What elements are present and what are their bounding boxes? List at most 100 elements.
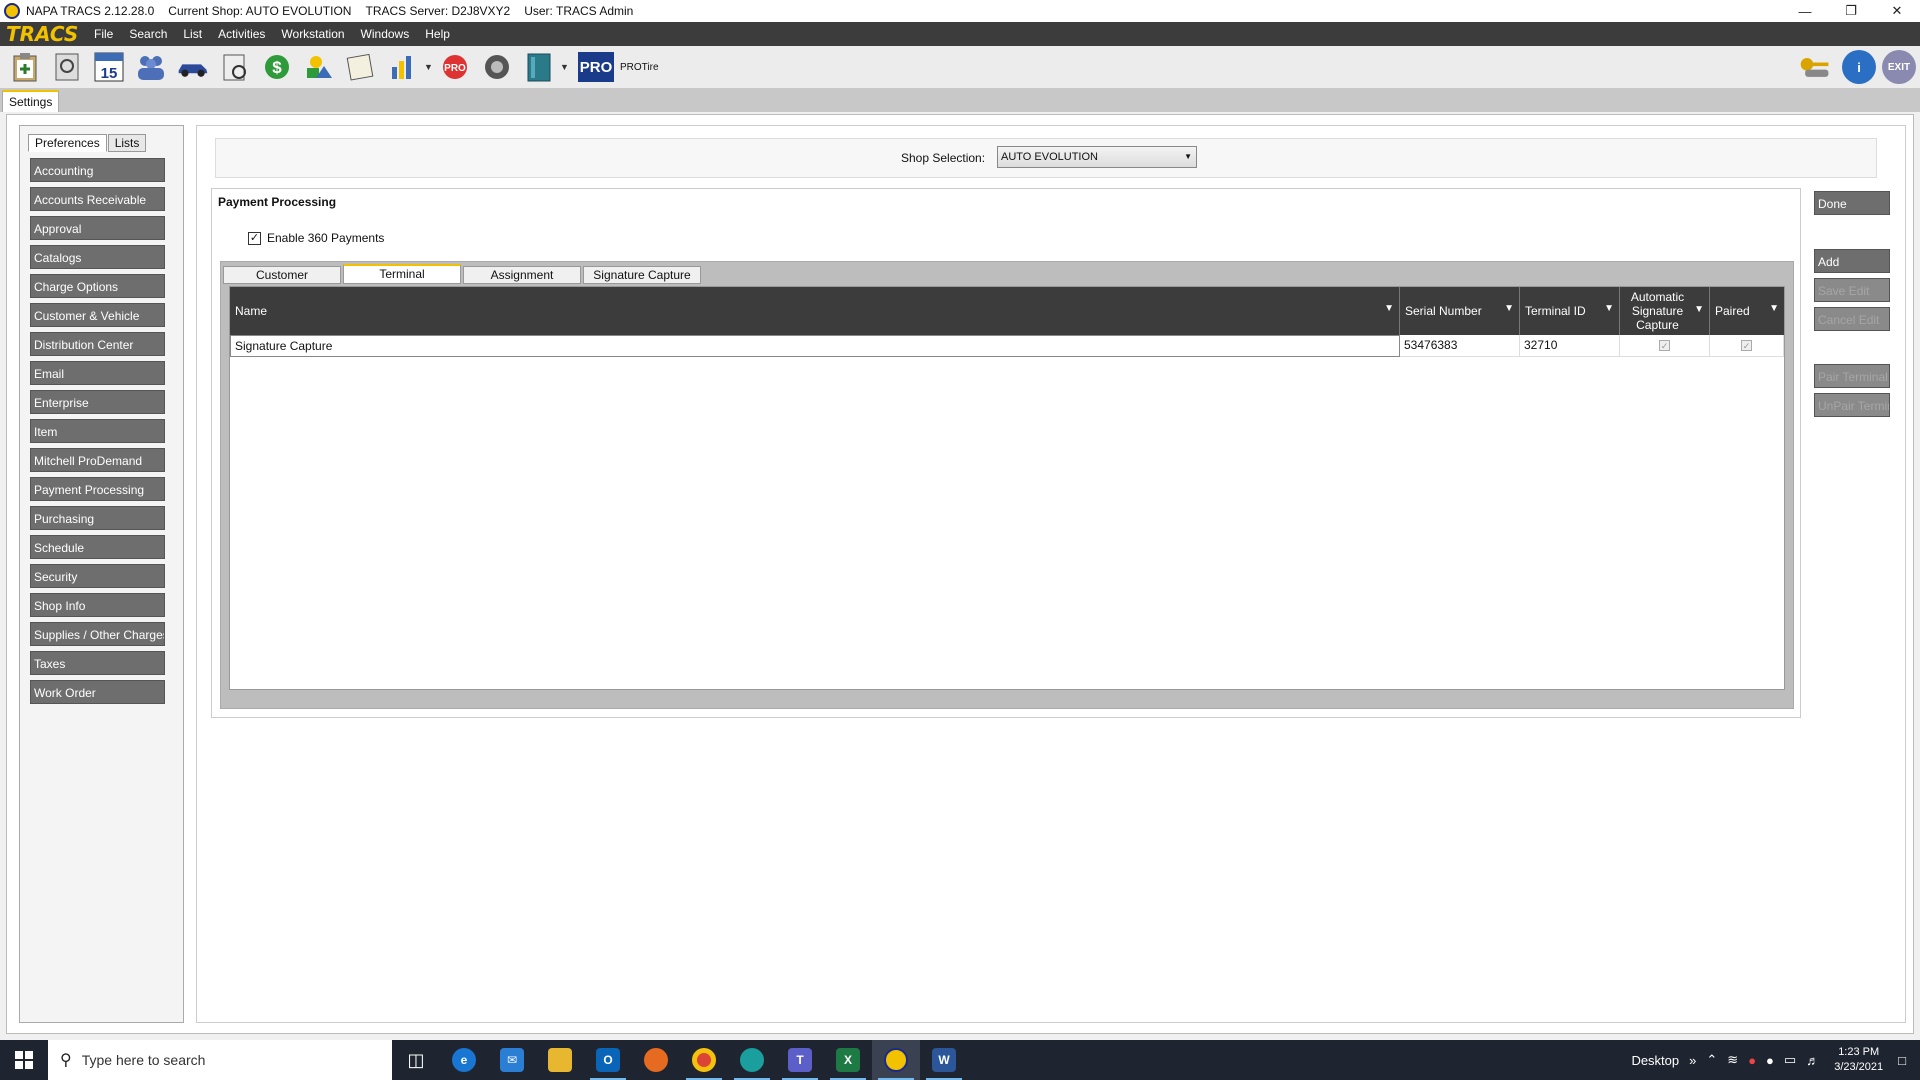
mail-icon[interactable]: ✉ — [488, 1040, 536, 1080]
sidebar-item-shop-info[interactable]: Shop Info — [30, 593, 165, 617]
pair-terminal-button[interactable]: Pair Terminal — [1814, 364, 1890, 388]
sidebar-item-purchasing[interactable]: Purchasing — [30, 506, 165, 530]
windows-start-icon[interactable] — [0, 1040, 48, 1080]
sidebar-item-work-order[interactable]: Work Order — [30, 680, 165, 704]
notepad-icon[interactable] — [344, 50, 378, 84]
sidebar-item-security[interactable]: Security — [30, 564, 165, 588]
menu-activities[interactable]: Activities — [210, 27, 273, 41]
taskbar-search-input[interactable]: ⚲ Type here to search — [48, 1040, 392, 1080]
sidebar-item-approval[interactable]: Approval — [30, 216, 165, 240]
sidebar-item-accounting[interactable]: Accounting — [30, 158, 165, 182]
edge-icon[interactable]: e — [440, 1040, 488, 1080]
shop-selection-dropdown[interactable]: AUTO EVOLUTION ▼ — [997, 146, 1197, 168]
exit-button[interactable]: EXIT — [1882, 50, 1916, 84]
excel-icon[interactable]: X — [824, 1040, 872, 1080]
sidebar-item-item[interactable]: Item — [30, 419, 165, 443]
sidebar-item-enterprise[interactable]: Enterprise — [30, 390, 165, 414]
app-tray-icon[interactable]: ● — [1748, 1053, 1756, 1068]
sidebar-item-accounts-receivable[interactable]: Accounts Receivable — [30, 187, 165, 211]
desktop-toolbar-label[interactable]: Desktop — [1631, 1053, 1679, 1068]
column-header-paired[interactable]: Paired ▼ — [1710, 287, 1784, 335]
word-icon[interactable]: W — [920, 1040, 968, 1080]
calendar-icon[interactable]: 15 — [92, 50, 126, 84]
sidebar-item-schedule[interactable]: Schedule — [30, 535, 165, 559]
vehicle-icon[interactable] — [176, 50, 210, 84]
money-icon[interactable]: $ — [260, 50, 294, 84]
table-row[interactable]: Signature Capture 53476383 32710 ✓ ✓ — [230, 335, 1784, 357]
minimize-icon[interactable]: — — [1782, 0, 1828, 22]
microphone-icon[interactable]: ● — [1766, 1053, 1774, 1068]
sidebar-item-catalogs[interactable]: Catalogs — [30, 245, 165, 269]
firefox-icon[interactable] — [632, 1040, 680, 1080]
menu-workstation[interactable]: Workstation — [273, 27, 352, 41]
tab-assignment[interactable]: Assignment — [463, 266, 581, 284]
tab-terminal[interactable]: Terminal — [343, 264, 461, 284]
column-header-terminal-id[interactable]: Terminal ID ▼ — [1520, 287, 1620, 335]
clipboard-icon[interactable] — [8, 50, 42, 84]
chevron-double-right-icon[interactable]: » — [1689, 1053, 1696, 1068]
sidebar-item-supplies-other-charges[interactable]: Supplies / Other Charges — [30, 622, 165, 646]
outlook-icon[interactable]: O — [584, 1040, 632, 1080]
cell-serial-number[interactable]: 53476383 — [1400, 335, 1520, 357]
tab-signature-capture[interactable]: Signature Capture — [583, 266, 701, 284]
chevron-down-icon[interactable]: ▼ — [560, 62, 570, 72]
inspection-icon[interactable] — [218, 50, 252, 84]
save-edit-button[interactable]: Save Edit — [1814, 278, 1890, 302]
filter-icon[interactable]: ▼ — [1694, 303, 1704, 317]
network-icon[interactable]: ≋ — [1727, 1052, 1738, 1068]
column-header-serial-number[interactable]: Serial Number ▼ — [1400, 287, 1520, 335]
done-button[interactable]: Done — [1814, 191, 1890, 215]
sidebar-item-email[interactable]: Email — [30, 361, 165, 385]
napa-tracs-taskbar-icon[interactable] — [872, 1040, 920, 1080]
battery-icon[interactable]: ▭ — [1784, 1052, 1796, 1068]
reports-chart-icon[interactable] — [386, 50, 420, 84]
add-button[interactable]: Add — [1814, 249, 1890, 273]
sidebar-item-taxes[interactable]: Taxes — [30, 651, 165, 675]
cell-terminal-id[interactable]: 32710 — [1520, 335, 1620, 357]
prolink-icon[interactable]: PRO — [438, 50, 472, 84]
pro-button[interactable]: PRO — [578, 52, 614, 82]
cell-name[interactable]: Signature Capture — [230, 335, 1400, 357]
menu-windows[interactable]: Windows — [353, 27, 418, 41]
chevron-up-icon[interactable]: ⌃ — [1706, 1052, 1717, 1068]
shapes-icon[interactable] — [302, 50, 336, 84]
sidebar-item-mitchell-prodemand[interactable]: Mitchell ProDemand — [30, 448, 165, 472]
restore-icon[interactable]: ❐ — [1828, 0, 1874, 22]
enable-360-payments-checkbox[interactable]: ✓ — [248, 231, 261, 245]
search-document-icon[interactable] — [50, 50, 84, 84]
menu-search[interactable]: Search — [121, 27, 175, 41]
book-icon[interactable] — [522, 50, 556, 84]
volume-muted-icon[interactable]: ♬ — [1806, 1053, 1819, 1068]
cancel-edit-button[interactable]: Cancel Edit — [1814, 307, 1890, 331]
tab-preferences[interactable]: Preferences — [28, 134, 107, 152]
menu-help[interactable]: Help — [417, 27, 458, 41]
tab-customer[interactable]: Customer — [223, 266, 341, 284]
menu-file[interactable]: File — [86, 27, 121, 41]
tire-icon[interactable] — [480, 50, 514, 84]
filter-icon[interactable]: ▼ — [1504, 303, 1514, 314]
tab-settings[interactable]: Settings — [2, 90, 60, 112]
task-view-icon[interactable]: ◫ — [392, 1040, 440, 1080]
sidebar-item-payment-processing[interactable]: Payment Processing — [30, 477, 165, 501]
notifications-icon[interactable]: □ — [1898, 1053, 1906, 1068]
filter-icon[interactable]: ▼ — [1769, 303, 1779, 314]
taskbar-clock[interactable]: 1:23 PM 3/23/2021 — [1834, 1045, 1883, 1075]
chevron-down-icon[interactable]: ▼ — [424, 62, 434, 72]
column-header-name[interactable]: Name ▼ — [230, 287, 1400, 335]
sidebar-item-customer-vehicle[interactable]: Customer & Vehicle — [30, 303, 165, 327]
filter-icon[interactable]: ▼ — [1604, 303, 1614, 314]
browser-app-icon[interactable] — [728, 1040, 776, 1080]
keys-icon[interactable] — [1798, 50, 1832, 84]
tab-lists[interactable]: Lists — [107, 134, 147, 152]
close-icon[interactable]: ✕ — [1874, 0, 1920, 22]
column-header-automatic-signature-capture[interactable]: Automatic Signature Capture ▼ — [1620, 287, 1710, 335]
chrome-icon[interactable] — [680, 1040, 728, 1080]
protire-label[interactable]: PROTire — [620, 62, 659, 73]
sidebar-item-charge-options[interactable]: Charge Options — [30, 274, 165, 298]
filter-icon[interactable]: ▼ — [1384, 303, 1394, 314]
sidebar-item-distribution-center[interactable]: Distribution Center — [30, 332, 165, 356]
customers-icon[interactable] — [134, 50, 168, 84]
unpair-terminal-button[interactable]: UnPair Terminal — [1814, 393, 1890, 417]
info-icon[interactable]: i — [1842, 50, 1876, 84]
teams-icon[interactable]: T — [776, 1040, 824, 1080]
